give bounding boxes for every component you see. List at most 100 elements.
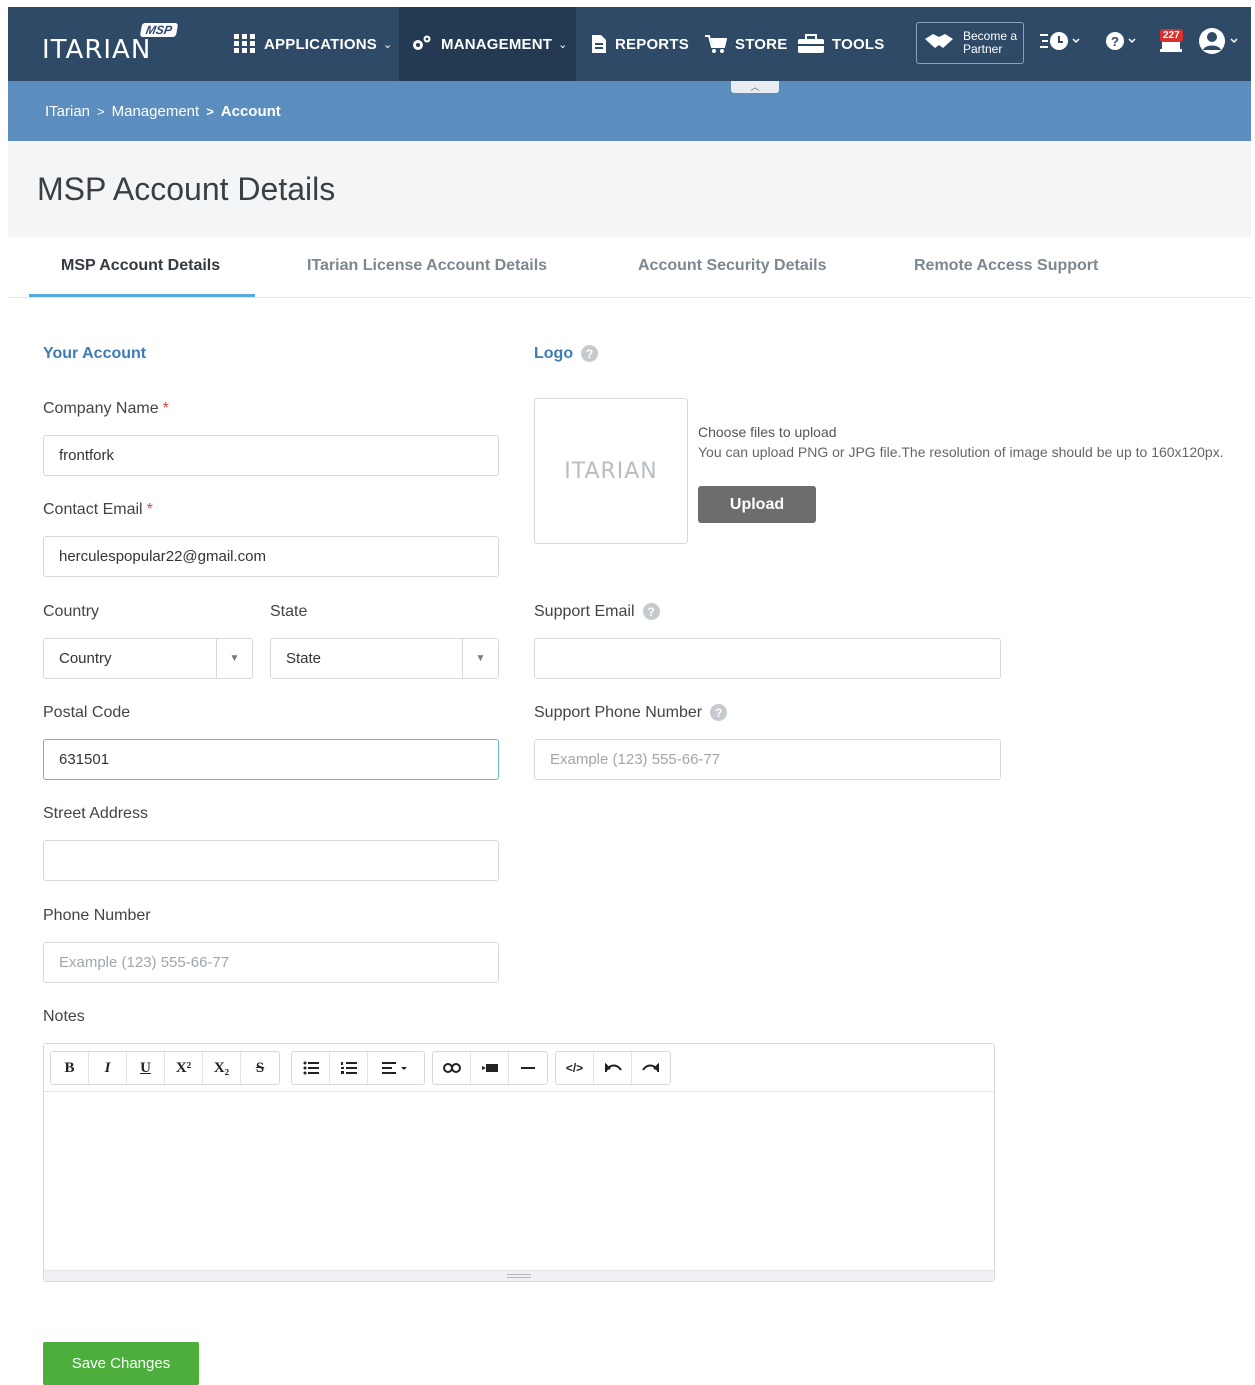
- postal-code-input[interactable]: 631501: [43, 739, 499, 780]
- breadcrumb-separator-icon: >: [97, 103, 105, 119]
- undo-icon[interactable]: [594, 1052, 632, 1084]
- breadcrumb-management[interactable]: Management: [112, 103, 200, 120]
- phone-number-input[interactable]: Example (123) 555-66-77: [43, 942, 499, 983]
- handshake-icon: [923, 31, 955, 56]
- editor-resize-handle[interactable]: [44, 1270, 994, 1281]
- code-view-button[interactable]: </>: [556, 1052, 594, 1084]
- required-marker: *: [146, 501, 153, 518]
- brand-logo[interactable]: ITARIAN MSP: [38, 21, 179, 67]
- postal-code-label: Postal Code: [43, 704, 131, 721]
- link-icon[interactable]: [433, 1052, 471, 1084]
- save-changes-button[interactable]: Save Changes: [43, 1342, 199, 1385]
- recent-activity-button[interactable]: [1040, 31, 1084, 54]
- breadcrumb-separator-icon: >: [206, 103, 214, 119]
- breadcrumb-current: Account: [220, 102, 281, 120]
- help-icon[interactable]: ?: [642, 603, 660, 621]
- chevron-up-icon: ︿: [750, 82, 760, 92]
- clock-list-icon: [1040, 31, 1084, 54]
- gears-icon: [411, 34, 433, 54]
- nav-tools[interactable]: TOOLS: [798, 7, 884, 81]
- superscript-button[interactable]: X²: [165, 1052, 203, 1084]
- nav-management[interactable]: MANAGEMENT ⌄: [399, 7, 576, 81]
- caret-down-icon: ▼: [216, 639, 252, 678]
- svg-text:?: ?: [1111, 34, 1119, 49]
- street-address-input[interactable]: [43, 840, 499, 881]
- horizontal-rule-icon[interactable]: [509, 1052, 547, 1084]
- nav-store[interactable]: STORE: [705, 7, 787, 81]
- required-marker: *: [162, 400, 169, 417]
- notes-textarea[interactable]: [44, 1092, 994, 1271]
- nav-store-label: STORE: [735, 35, 788, 53]
- bold-button[interactable]: B: [51, 1052, 89, 1084]
- page-header: MSP Account Details: [8, 141, 1251, 237]
- nav-reports-label: REPORTS: [615, 35, 689, 53]
- msp-badge: MSP: [139, 23, 179, 37]
- numbered-list-icon[interactable]: [330, 1052, 368, 1084]
- chevron-down-icon: ⌄: [558, 38, 568, 51]
- nav-applications-label: APPLICATIONS: [264, 35, 377, 53]
- tab-itarian-license-account-details[interactable]: ITarian License Account Details: [307, 257, 547, 275]
- support-phone-label: Support Phone Number?: [534, 704, 728, 722]
- nav-reports[interactable]: REPORTS: [591, 7, 689, 81]
- tab-remote-access-support[interactable]: Remote Access Support: [914, 257, 1098, 275]
- report-icon: [591, 34, 607, 54]
- contact-email-input[interactable]: herculespopular22@gmail.com: [43, 536, 499, 577]
- your-account-heading: Your Account: [43, 345, 147, 362]
- breadcrumb-itarian[interactable]: ITarian: [45, 103, 90, 120]
- support-email-input[interactable]: [534, 638, 1001, 679]
- bullet-list-icon[interactable]: [292, 1052, 330, 1084]
- help-icon[interactable]: ?: [710, 704, 728, 722]
- brand-wordmark: ITARIAN: [42, 35, 152, 65]
- bell-icon: [1160, 41, 1182, 59]
- help-menu-button[interactable]: ?: [1105, 31, 1141, 54]
- nav-applications[interactable]: APPLICATIONS ⌄: [234, 7, 392, 81]
- subscript-button[interactable]: X₂: [203, 1052, 241, 1084]
- support-email-label: Support Email?: [534, 603, 660, 621]
- contact-email-label: Contact Email *: [43, 501, 153, 518]
- question-icon: ?: [1105, 31, 1141, 54]
- collapse-nav-button[interactable]: ︿: [731, 81, 779, 93]
- user-menu-button[interactable]: [1198, 27, 1242, 58]
- phone-number-label: Phone Number: [43, 907, 151, 924]
- grip-icon: [507, 1274, 531, 1278]
- notification-count-badge: 227: [1160, 29, 1183, 42]
- breadcrumb: ︿ ITarian > Management > Account: [8, 81, 1251, 141]
- underline-button[interactable]: U: [127, 1052, 165, 1084]
- state-label: State: [270, 603, 308, 620]
- video-icon[interactable]: [471, 1052, 509, 1084]
- upload-button[interactable]: Upload: [698, 486, 816, 523]
- country-select[interactable]: Country ▼: [43, 638, 253, 679]
- state-select[interactable]: State ▼: [270, 638, 499, 679]
- tab-account-security-details[interactable]: Account Security Details: [638, 257, 827, 275]
- italic-button[interactable]: I: [89, 1052, 127, 1084]
- toolbox-icon: [798, 34, 824, 54]
- logo-preview[interactable]: ITARIAN: [534, 398, 688, 544]
- street-address-label: Street Address: [43, 805, 148, 822]
- notes-label: Notes: [43, 1008, 85, 1025]
- tab-msp-account-details[interactable]: MSP Account Details: [61, 257, 220, 275]
- partner-label: Become a Partner: [963, 29, 1018, 56]
- help-icon[interactable]: ?: [581, 345, 599, 363]
- support-phone-input[interactable]: Example (123) 555-66-77: [534, 739, 1001, 780]
- upload-description: You can upload PNG or JPG file.The resol…: [698, 444, 1224, 460]
- editor-toolbar: B I U X² X₂ S </>: [44, 1044, 994, 1092]
- list-group: [291, 1051, 425, 1085]
- redo-icon[interactable]: [632, 1052, 670, 1084]
- top-navigation: ITARIAN MSP APPLICATIONS ⌄ MANAGEMENT ⌄ …: [8, 7, 1251, 81]
- nav-tools-label: TOOLS: [832, 35, 885, 53]
- chevron-down-icon: ⌄: [382, 38, 393, 51]
- upload-title: Choose files to upload: [698, 424, 837, 440]
- history-group: </>: [555, 1051, 671, 1085]
- insert-group: [432, 1051, 548, 1085]
- logo-heading: Logo?: [534, 345, 599, 363]
- company-name-input[interactable]: frontfork: [43, 435, 499, 476]
- align-dropdown-icon[interactable]: [368, 1052, 424, 1084]
- logo-preview-image: ITARIAN: [564, 458, 658, 484]
- become-partner-button[interactable]: Become a Partner: [916, 22, 1024, 64]
- cart-icon: [705, 34, 727, 54]
- strikethrough-button[interactable]: S: [241, 1052, 279, 1084]
- caret-down-icon: ▼: [462, 639, 498, 678]
- notifications-button[interactable]: 227: [1160, 29, 1183, 60]
- page-title: MSP Account Details: [37, 171, 336, 207]
- grid-icon: [234, 34, 256, 54]
